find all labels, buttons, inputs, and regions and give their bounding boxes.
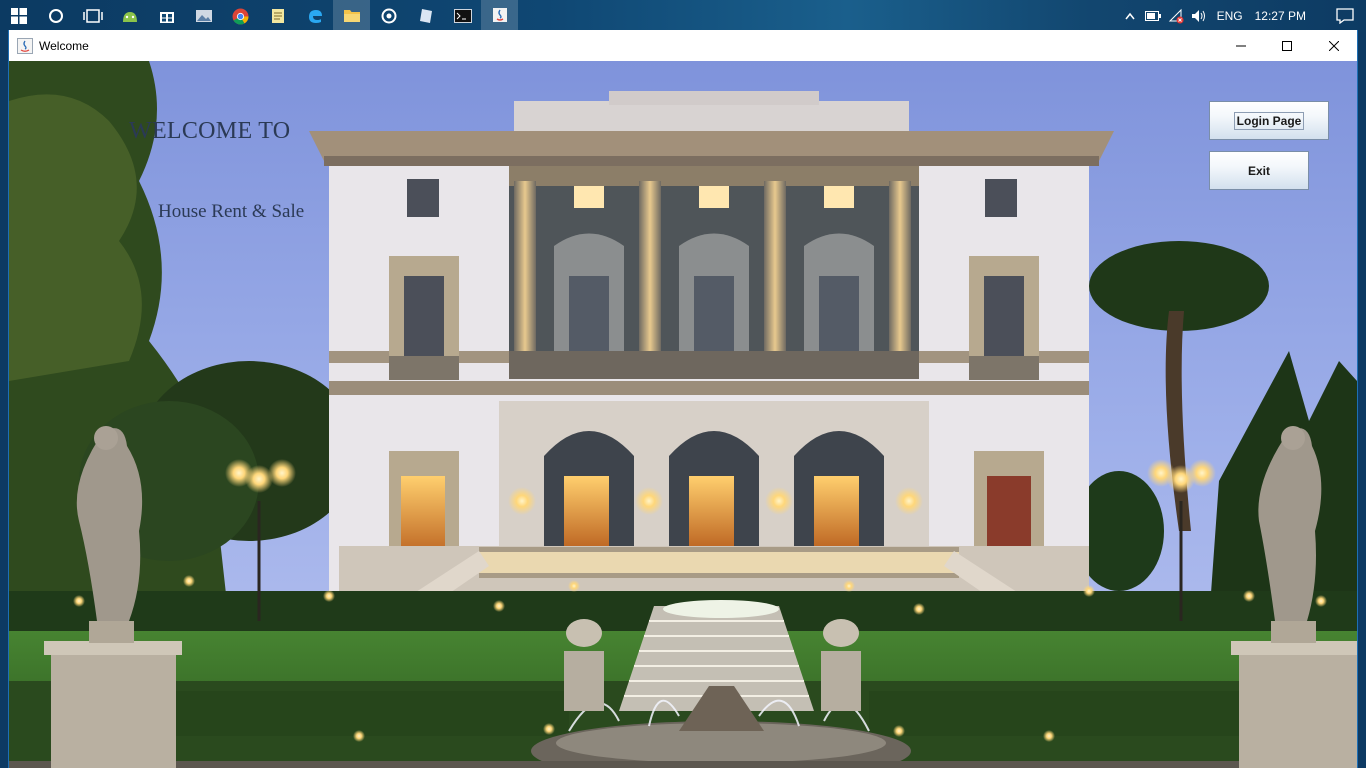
- notes-icon: [271, 9, 284, 23]
- windows-start-button[interactable]: [0, 0, 37, 32]
- task-view-button[interactable]: [74, 0, 111, 32]
- volume-icon: [1191, 10, 1205, 22]
- battery-button[interactable]: [1141, 0, 1165, 32]
- volume-button[interactable]: [1187, 0, 1211, 32]
- network-button[interactable]: [1165, 0, 1187, 32]
- media-player-button[interactable]: [370, 0, 407, 32]
- cortana-search-icon: [48, 9, 63, 23]
- login-page-button[interactable]: Login Page: [1209, 101, 1329, 140]
- android-studio-icon: [122, 12, 137, 22]
- minimize-icon: [1236, 45, 1246, 46]
- close-button[interactable]: [1311, 30, 1357, 61]
- notes-button[interactable]: [259, 0, 296, 32]
- welcome-heading: WELCOME TO: [129, 118, 291, 144]
- cortana-button[interactable]: [37, 0, 74, 32]
- photos-button[interactable]: [185, 0, 222, 32]
- villa-background-image: [9, 61, 1357, 768]
- network-disconnected-icon: [1168, 8, 1184, 24]
- maximize-icon: [1282, 40, 1292, 51]
- edge-button[interactable]: [296, 0, 333, 32]
- command-prompt-icon: [453, 9, 472, 23]
- file-explorer-icon: [343, 9, 360, 22]
- action-center-button[interactable]: [1324, 0, 1366, 32]
- java-app-icon: [492, 8, 507, 22]
- exit-button-label: Exit: [1247, 163, 1270, 178]
- system-tray: ENG 12:27 PM: [1119, 0, 1366, 32]
- welcome-window: Welcome WELCOME TO House Rent & Sale Log…: [8, 30, 1358, 768]
- title-bar[interactable]: Welcome: [9, 30, 1357, 61]
- java-app-button[interactable]: [481, 0, 518, 32]
- chevron-up-icon: [1125, 12, 1135, 20]
- minimize-button[interactable]: [1218, 30, 1264, 61]
- task-view-icon: [82, 9, 103, 23]
- microsoft-store-icon: [159, 12, 174, 23]
- tray-overflow-button[interactable]: [1119, 0, 1141, 32]
- command-prompt-button[interactable]: [444, 0, 481, 32]
- welcome-panel: WELCOME TO House Rent & Sale Login Page …: [9, 61, 1357, 768]
- close-icon: [1329, 40, 1339, 51]
- action-center-icon: [1336, 8, 1354, 24]
- photos-icon: [195, 10, 212, 22]
- exit-button[interactable]: Exit: [1209, 151, 1309, 190]
- document-button[interactable]: [407, 0, 444, 32]
- maximize-button[interactable]: [1264, 30, 1310, 61]
- android-studio-button[interactable]: [111, 0, 148, 32]
- chrome-button[interactable]: [222, 0, 259, 32]
- microsoft-store-button[interactable]: [148, 0, 185, 32]
- language-indicator[interactable]: ENG: [1217, 0, 1243, 32]
- battery-icon: [1144, 11, 1161, 21]
- windows-start-icon: [10, 8, 27, 24]
- taskbar: ENG 12:27 PM: [0, 0, 1366, 32]
- file-explorer-button[interactable]: [333, 0, 370, 32]
- app-subtitle: House Rent & Sale: [158, 201, 305, 222]
- document-icon: [419, 9, 432, 23]
- window-title: Welcome: [39, 38, 89, 53]
- media-player-icon: [381, 8, 396, 24]
- chrome-icon: [232, 8, 249, 24]
- edge-icon: [308, 10, 322, 23]
- clock[interactable]: 12:27 PM: [1255, 0, 1306, 32]
- login-page-button-label: Login Page: [1233, 111, 1305, 130]
- java-app-icon: [17, 37, 33, 54]
